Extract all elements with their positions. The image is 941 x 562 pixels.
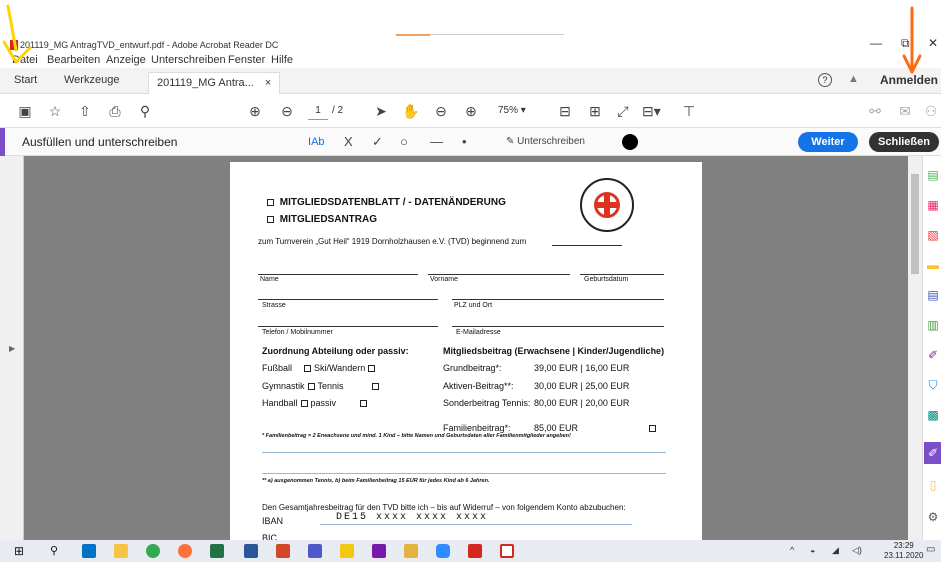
yellow-arrow-head bbox=[2, 40, 32, 64]
annotation-overlay bbox=[2, 4, 922, 74]
yellow-arrow-shaft bbox=[6, 4, 18, 52]
